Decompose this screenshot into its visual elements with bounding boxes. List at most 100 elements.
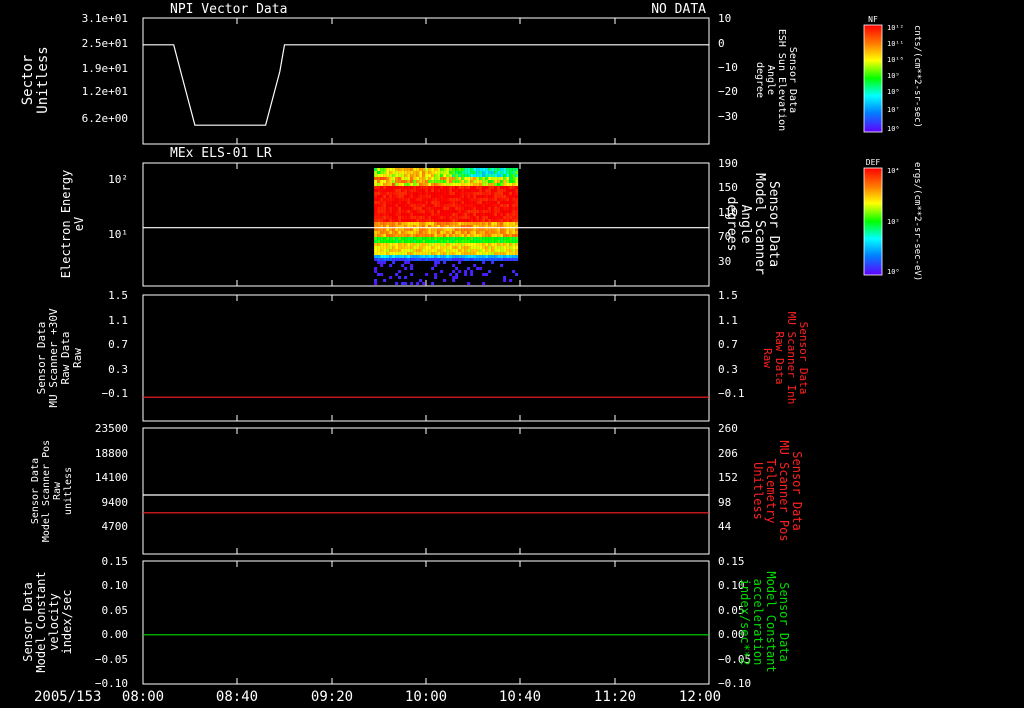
panel-3-left-tick: 1.1: [108, 314, 128, 327]
panel-4-right-tick: 44: [718, 520, 732, 533]
colorbar-nf-gradient: [863, 24, 883, 133]
colorbar-nf-unit: cnts/(cm**2-sr-sec): [912, 25, 922, 128]
x-tick-label: 10:40: [499, 689, 541, 705]
panel-3-left-label: Raw: [71, 348, 84, 368]
panel-1-left-label: Sector: [20, 55, 36, 106]
colorbar-def-title: DEF: [866, 158, 881, 167]
panel-1-right-tick: 10: [718, 12, 731, 25]
panel-4-right-label: MU Scanner Pos: [777, 440, 791, 541]
panel-1-right-tick: 0: [718, 37, 725, 50]
panel-4-left-label: Model Scanner Pos: [41, 440, 52, 542]
panel-2-right-tick: 30: [718, 255, 731, 268]
panel-1-status: NO DATA: [651, 2, 706, 17]
panel-2-left-label: eV: [72, 217, 86, 231]
panel-4-left-label: Sensor Data: [30, 458, 41, 524]
colorbar-nf-tick: 10¹⁰: [887, 56, 904, 64]
panel-1-right-tick: −20: [718, 85, 738, 98]
panel-4-left-tick: 14100: [95, 471, 128, 484]
panel-2-right-label: Angle: [738, 204, 753, 243]
panel-4-left-label: unitless: [63, 467, 74, 515]
panel-3-left-tick: −0.1: [102, 387, 129, 400]
panel-5-left-tick: 0.00: [102, 628, 129, 641]
panel-4-left-tick: 23500: [95, 422, 128, 435]
panel-3-right-tick: 1.5: [718, 289, 738, 302]
panel-4-left-tick: 18800: [95, 447, 128, 460]
panel-2-left-tick: 10²: [108, 173, 128, 186]
panel-4-right-label: Sensor Data: [790, 451, 804, 530]
panel-4-right-tick: 206: [718, 447, 738, 460]
panel-2-left-tick: 10¹: [108, 228, 128, 241]
panel-3-right-tick: 0.7: [718, 338, 738, 351]
panel-5-right-label: Sensor Data: [777, 582, 791, 661]
panel-1-right-tick: −30: [718, 110, 738, 123]
panel-1-left-tick: 2.5e+01: [82, 37, 128, 50]
panel-1-right-label: ESH Sun Elevation: [776, 29, 787, 131]
colorbar-nf-tick: 10¹²: [887, 24, 904, 32]
panel-3-right-tick: −0.1: [718, 387, 745, 400]
panel-3-right-tick: 0.3: [718, 363, 738, 376]
panel-5-left-label: index/sec: [60, 589, 74, 654]
panel-5-left-tick: 0.10: [102, 579, 129, 592]
x-tick-label: 10:00: [405, 689, 447, 705]
x-tick-label: 12:00: [679, 689, 721, 705]
panel-3-left-tick: 0.7: [108, 338, 128, 351]
panel-1-right-label: degree: [754, 62, 765, 98]
panel-1-right-tick: −10: [718, 61, 738, 74]
panel-5-left-tick: 0.05: [102, 604, 129, 617]
panel-4-left-tick: 9400: [102, 496, 129, 509]
panel-3-left-tick: 0.3: [108, 363, 128, 376]
panel-5-left-label: Sensor Data: [21, 582, 35, 661]
multi-panel-plot: NPI Vector Data NO DATA 3.1e+01 2.5e+01 …: [0, 0, 1024, 708]
panel-5-left-label: velocity: [47, 593, 61, 651]
panel-1-left-tick: 1.2e+01: [82, 85, 128, 98]
panel-1-right-label: Sensor Data: [787, 47, 798, 113]
panel-2-right-tick: 150: [718, 181, 738, 194]
panel-1-left-tick: 3.1e+01: [82, 12, 128, 25]
panel-1-left-tick: 1.9e+01: [82, 62, 128, 75]
panel-4-left-label: Raw: [52, 481, 63, 500]
x-tick-label: 09:20: [311, 689, 353, 705]
panel-3-left-tick: 1.5: [108, 289, 128, 302]
panel-2-right-label: degrees: [724, 197, 739, 252]
panel-2-right-tick: 190: [718, 157, 738, 170]
colorbar-nf-tick: 10¹¹: [887, 40, 904, 48]
panel-5-right-label: Model Constant: [764, 571, 778, 672]
panel-5-right-tick: 0.15: [718, 555, 745, 568]
panel-1-left-label: Unitless: [35, 46, 51, 113]
colorbar-def-tick: 10⁴: [887, 167, 900, 175]
panel-2-right-label: Model Scanner: [752, 173, 767, 275]
panel-1-title: NPI Vector Data: [170, 2, 287, 17]
panel-4-right-label: Telemetry: [764, 458, 778, 523]
panel-4-right-tick: 152: [718, 471, 738, 484]
panel-4-right-tick: 260: [718, 422, 738, 435]
panel-4-left-tick: 4700: [102, 520, 129, 533]
panel-5-left-label: Model Constant: [34, 571, 48, 672]
panel-3-right-tick: 1.1: [718, 314, 738, 327]
panel-1-left-tick: 6.2e+00: [82, 112, 128, 125]
x-tick-label: 11:20: [594, 689, 636, 705]
panel-3-right-label: Raw: [761, 348, 774, 368]
panel-2-title: MEx ELS-01 LR: [170, 146, 272, 161]
colorbar-nf-tick: 10⁹: [887, 72, 900, 80]
panel-5-right-tick: −0.10: [718, 677, 751, 690]
panel-5-right-label: acceleration: [751, 579, 765, 666]
x-tick-label: 08:40: [216, 689, 258, 705]
panel-1-right-label: Angle: [765, 65, 776, 95]
colorbar-def-gradient: [863, 167, 883, 276]
colorbar-def-tick: 10⁰: [887, 268, 900, 276]
panel-5-left-tick: 0.15: [102, 555, 129, 568]
colorbar-nf-tick: 10⁷: [887, 106, 900, 114]
panel-5-right-label: index/sec**2: [738, 579, 752, 666]
colorbar-def-unit: ergs/(cm**2-sr-sec-eV): [912, 162, 922, 281]
panel-2-right-label: Sensor Data: [766, 181, 781, 267]
colorbar-nf-tick: 10⁶: [887, 125, 900, 133]
x-tick-label: 08:00: [122, 689, 164, 705]
colorbar-nf-title: NF: [868, 15, 878, 24]
panel-2-left-label: Electron Energy: [59, 170, 73, 278]
colorbar-def-tick: 10²: [887, 218, 900, 226]
panel-4-right-tick: 98: [718, 496, 731, 509]
date-label: 2005/153: [34, 689, 101, 705]
panel-5-left-tick: −0.05: [95, 653, 128, 666]
panel-4-right-label: Unitless: [751, 462, 765, 520]
colorbar-nf-tick: 10⁸: [887, 88, 900, 96]
